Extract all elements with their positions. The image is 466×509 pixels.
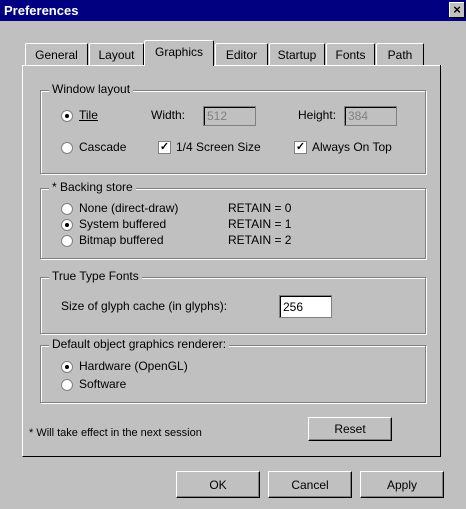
cancel-label: Cancel	[291, 478, 329, 492]
tab-graphics[interactable]: Graphics	[144, 40, 214, 66]
renderer-software-label[interactable]: Software	[79, 377, 126, 391]
preferences-dialog: Preferences × General Layout Graphics Ed…	[0, 0, 466, 509]
retain-1-label: RETAIN = 1	[228, 217, 292, 231]
cancel-button[interactable]: Cancel	[268, 471, 352, 498]
close-button[interactable]: ×	[449, 2, 465, 18]
cascade-radio[interactable]	[61, 142, 73, 154]
tab-label: Graphics	[154, 45, 204, 59]
tab-path[interactable]: Path	[376, 43, 424, 65]
backing-store-legend: * Backing store	[49, 180, 136, 194]
backing-none-radio[interactable]	[61, 203, 73, 215]
tab-fonts[interactable]: Fonts	[326, 43, 375, 65]
tile-label[interactable]: Tile	[79, 108, 98, 122]
backing-bitmap-label[interactable]: Bitmap buffered	[79, 233, 164, 247]
tab-editor[interactable]: Editor	[215, 43, 268, 65]
tab-label: Editor	[225, 48, 258, 62]
apply-label: Apply	[386, 478, 418, 492]
quarter-screen-label[interactable]: 1/4 Screen Size	[176, 140, 261, 154]
apply-button[interactable]: Apply	[360, 471, 444, 498]
backing-none-label[interactable]: None (direct-draw)	[79, 201, 178, 215]
width-label: Width:	[151, 108, 186, 122]
close-icon: ×	[453, 2, 461, 17]
retain-0-label: RETAIN = 0	[228, 201, 292, 215]
tab-startup[interactable]: Startup	[269, 43, 325, 65]
quarter-screen-checkbox[interactable]: ✓	[158, 141, 171, 154]
always-on-top-label[interactable]: Always On Top	[312, 140, 392, 154]
footnote: * Will take effect in the next session	[29, 427, 202, 439]
graphics-panel: Window layout Tile Width: Height: Cascad…	[22, 65, 441, 457]
backing-system-label[interactable]: System buffered	[79, 217, 166, 231]
retain-2-label: RETAIN = 2	[228, 233, 292, 247]
cascade-label[interactable]: Cascade	[79, 140, 126, 154]
width-field[interactable]	[203, 106, 256, 126]
window-title: Preferences	[4, 3, 79, 18]
reset-button[interactable]: Reset	[308, 417, 392, 441]
backing-system-radio[interactable]	[61, 219, 73, 231]
height-field[interactable]	[344, 106, 397, 126]
backing-store-group: * Backing store None (direct-draw) RETAI…	[40, 180, 426, 259]
tab-label: Startup	[277, 48, 317, 62]
tab-label: Path	[387, 48, 413, 62]
glyph-cache-field[interactable]	[279, 295, 332, 318]
true-type-fonts-legend: True Type Fonts	[49, 269, 142, 283]
renderer-hardware-label[interactable]: Hardware (OpenGL)	[79, 359, 188, 373]
window-layout-group: Window layout Tile Width: Height: Cascad…	[40, 82, 426, 174]
renderer-legend: Default object graphics renderer:	[49, 337, 230, 351]
tab-general[interactable]: General	[25, 43, 88, 65]
true-type-fonts-group: True Type Fonts Size of glyph cache (in …	[40, 269, 426, 334]
tab-label: General	[35, 48, 78, 62]
backing-bitmap-radio[interactable]	[61, 235, 73, 247]
reset-label: Reset	[334, 422, 366, 436]
renderer-group: Default object graphics renderer: Hardwa…	[40, 337, 426, 403]
tab-label: Fonts	[335, 48, 366, 62]
ok-label: OK	[209, 478, 227, 492]
glyph-cache-label: Size of glyph cache (in glyphs):	[61, 299, 228, 313]
renderer-software-radio[interactable]	[61, 379, 73, 391]
height-label: Height:	[298, 108, 337, 122]
title-bar[interactable]: Preferences ×	[0, 0, 466, 21]
tab-label: Layout	[98, 48, 135, 62]
tile-radio[interactable]	[61, 110, 73, 122]
ok-button[interactable]: OK	[176, 471, 260, 498]
renderer-hardware-radio[interactable]	[61, 361, 73, 373]
always-on-top-checkbox[interactable]: ✓	[294, 141, 307, 154]
window-layout-legend: Window layout	[49, 82, 134, 96]
tab-layout[interactable]: Layout	[89, 43, 144, 65]
